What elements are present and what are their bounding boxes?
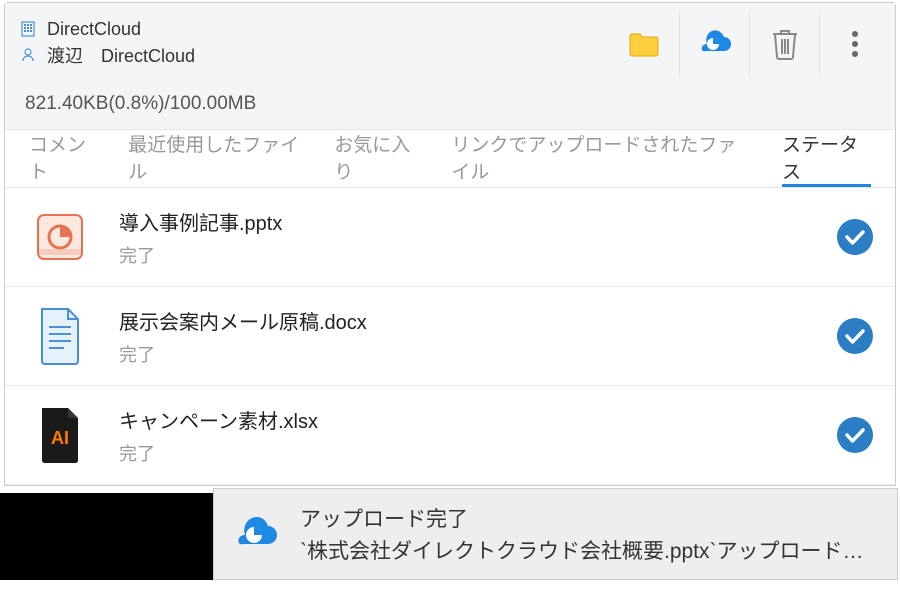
file-status: 完了 — [119, 440, 809, 466]
app-name: DirectCloud — [47, 19, 141, 40]
toolbar — [609, 11, 889, 77]
trash-button[interactable] — [749, 11, 819, 77]
user-icon — [19, 46, 37, 64]
file-status: 完了 — [119, 341, 809, 367]
cloud-icon — [230, 508, 282, 560]
file-text: キャンペーン素材.xlsx 完了 — [119, 405, 809, 466]
file-row[interactable]: AI キャンペーン素材.xlsx 完了 — [5, 386, 895, 485]
header: DirectCloud 渡辺 DirectCloud — [5, 3, 895, 81]
check-complete-icon — [837, 417, 873, 453]
file-name: 導入事例記事.pptx — [119, 207, 809, 236]
toast-text: アップロード完了 `株式会社ダイレクトクラウド会社概要.pptx`アップロード… — [300, 503, 881, 565]
ai-icon: AI — [29, 404, 91, 466]
upload-toast[interactable]: アップロード完了 `株式会社ダイレクトクラウド会社概要.pptx`アップロード… — [213, 488, 898, 580]
file-row[interactable]: 展示会案内メール原稿.docx 完了 — [5, 287, 895, 386]
docx-icon — [29, 305, 91, 367]
account-row-app: DirectCloud — [19, 19, 609, 40]
file-row[interactable]: 導入事例記事.pptx 完了 — [5, 188, 895, 287]
more-button[interactable] — [819, 11, 889, 77]
file-text: 展示会案内メール原稿.docx 完了 — [119, 306, 809, 367]
app-window: DirectCloud 渡辺 DirectCloud 82 — [4, 2, 896, 486]
file-list: 導入事例記事.pptx 完了 展示会案内メール原稿.docx 完了 AI — [5, 188, 895, 485]
tab-favorites[interactable]: お気に入り — [334, 130, 423, 187]
tab-comments[interactable]: コメント — [29, 130, 100, 187]
tab-status[interactable]: ステータス — [782, 130, 871, 187]
background-black-bar — [0, 493, 214, 580]
file-text: 導入事例記事.pptx 完了 — [119, 207, 809, 268]
tab-link-uploads[interactable]: リンクでアップロードされたファイル — [451, 130, 754, 187]
user-name: 渡辺 DirectCloud — [47, 42, 195, 68]
account-row-user: 渡辺 DirectCloud — [19, 42, 609, 68]
pptx-icon — [29, 206, 91, 268]
account-block: DirectCloud 渡辺 DirectCloud — [19, 19, 609, 70]
toast-title: アップロード完了 — [300, 503, 881, 533]
file-name: 展示会案内メール原稿.docx — [119, 306, 809, 335]
cloud-button[interactable] — [679, 11, 749, 77]
svg-text:AI: AI — [51, 428, 69, 448]
building-icon — [19, 20, 37, 38]
check-complete-icon — [837, 318, 873, 354]
file-status: 完了 — [119, 242, 809, 268]
toast-message: `株式会社ダイレクトクラウド会社概要.pptx`アップロード… — [300, 535, 881, 565]
tabs: コメント 最近使用したファイル お気に入り リンクでアップロードされたファイル … — [5, 130, 895, 188]
folder-button[interactable] — [609, 11, 679, 77]
storage-usage: 821.40KB(0.8%)/100.00MB — [5, 81, 895, 130]
check-complete-icon — [837, 219, 873, 255]
file-name: キャンペーン素材.xlsx — [119, 405, 809, 434]
tab-recent[interactable]: 最近使用したファイル — [128, 130, 306, 187]
